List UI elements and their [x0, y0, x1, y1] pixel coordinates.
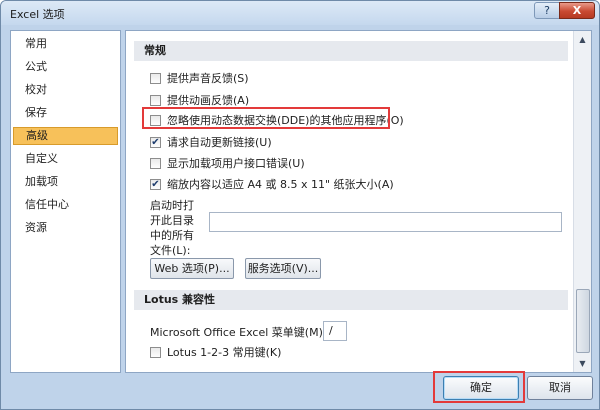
animation-feedback-label: 提供动画反馈(A): [167, 94, 250, 107]
sidebar-item-customize[interactable]: 自定义: [13, 150, 118, 168]
vertical-scrollbar[interactable]: ▲ ▼: [573, 31, 591, 372]
sound-feedback-label: 提供声音反馈(S): [167, 72, 249, 85]
sidebar-item-trust-center[interactable]: 信任中心: [13, 196, 118, 214]
sound-feedback-checkbox[interactable]: [150, 73, 161, 84]
scroll-down-arrow-icon[interactable]: ▼: [574, 355, 591, 372]
ok-button[interactable]: 确定: [443, 376, 519, 400]
cancel-button[interactable]: 取消: [527, 376, 593, 400]
window-title: Excel 选项: [10, 8, 65, 21]
help-button[interactable]: ?: [534, 2, 560, 19]
sidebar: 常用 公式 校对 保存 高级 自定义 加载项 信任中心 资源: [10, 30, 121, 373]
scale-a4-checkbox[interactable]: ✔: [150, 179, 161, 190]
excel-options-dialog: Excel 选项 ? X 常用 公式 校对 保存 高级 自定义 加载项 信任中心…: [0, 0, 600, 410]
scrollbar-thumb[interactable]: [576, 289, 590, 353]
web-options-button[interactable]: Web 选项(P)...: [150, 258, 234, 279]
lotus-nav-keys-label: Lotus 1-2-3 常用键(K): [167, 346, 282, 359]
sidebar-item-resources[interactable]: 资源: [13, 219, 118, 237]
ignore-dde-label: 忽略使用动态数据交换(DDE)的其他应用程序(O): [167, 114, 404, 127]
sidebar-item-advanced[interactable]: 高级: [13, 127, 118, 145]
addin-ui-errors-checkbox[interactable]: [150, 158, 161, 169]
startup-folder-label: 启动时打开此目录中的所有文件(L):: [150, 199, 194, 257]
auto-update-links-checkbox[interactable]: ✔: [150, 137, 161, 148]
animation-feedback-checkbox[interactable]: [150, 95, 161, 106]
options-panel: 常规 提供声音反馈(S) 提供动画反馈(A) 忽略使用动态数据交换(DDE)的其…: [125, 30, 592, 373]
lotus-section-header: Lotus 兼容性: [134, 290, 568, 310]
startup-folder-input[interactable]: [209, 212, 562, 232]
service-options-button[interactable]: 服务选项(V)...: [245, 258, 321, 279]
auto-update-links-label: 请求自动更新链接(U): [167, 136, 272, 149]
ignore-dde-checkbox[interactable]: [150, 115, 161, 126]
close-button[interactable]: X: [559, 2, 595, 19]
scale-a4-label: 缩放内容以适应 A4 或 8.5 x 11" 纸张大小(A): [167, 178, 394, 191]
sidebar-item-proofing[interactable]: 校对: [13, 81, 118, 99]
title-bar: Excel 选项 ? X: [1, 1, 599, 25]
scroll-up-arrow-icon[interactable]: ▲: [574, 31, 591, 48]
menu-key-label: Microsoft Office Excel 菜单键(M):: [150, 326, 327, 339]
addin-ui-errors-label: 显示加载项用户接口错误(U): [167, 157, 305, 170]
general-section-header: 常规: [134, 41, 568, 61]
menu-key-input[interactable]: /: [323, 321, 347, 341]
sidebar-item-common[interactable]: 常用: [13, 35, 118, 53]
lotus-nav-keys-checkbox[interactable]: [150, 347, 161, 358]
sidebar-item-addins[interactable]: 加载项: [13, 173, 118, 191]
sidebar-item-formulas[interactable]: 公式: [13, 58, 118, 76]
sidebar-item-save[interactable]: 保存: [13, 104, 118, 122]
